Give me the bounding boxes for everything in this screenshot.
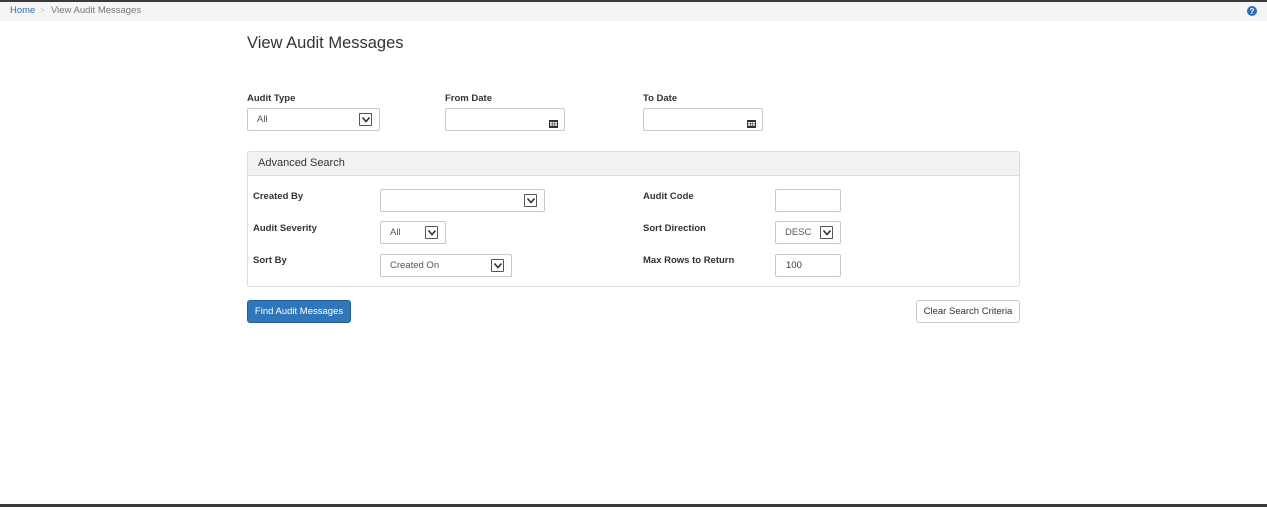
help-icon[interactable]: ? (1247, 5, 1257, 16)
audit-code-input[interactable] (775, 189, 841, 212)
created-by-select[interactable] (380, 189, 545, 212)
sort-direction-value: DESC (785, 227, 812, 238)
sort-by-label: Sort By (253, 255, 287, 266)
chevron-down-icon (820, 226, 833, 239)
max-rows-input[interactable]: 100 (775, 254, 841, 277)
find-audit-messages-button[interactable]: Find Audit Messages (247, 300, 351, 323)
advanced-search-heading: Advanced Search (248, 152, 1019, 176)
chevron-down-icon (524, 194, 537, 207)
breadcrumb-separator: > (40, 6, 45, 15)
audit-type-select[interactable]: All (247, 108, 380, 131)
sort-by-value: Created On (390, 260, 440, 271)
max-rows-label: Max Rows to Return (643, 255, 735, 266)
breadcrumb-home-link[interactable]: Home (10, 2, 35, 19)
created-by-label: Created By (253, 191, 304, 202)
to-date-label: To Date (643, 93, 678, 104)
breadcrumb: Home > View Audit Messages ? (0, 2, 1267, 21)
chevron-down-icon (491, 259, 504, 272)
clear-search-criteria-button[interactable]: Clear Search Criteria (916, 300, 1020, 323)
advanced-search-panel: Advanced Search (247, 151, 1020, 287)
max-rows-value: 100 (786, 260, 802, 271)
to-date-input[interactable] (643, 108, 763, 131)
calendar-icon[interactable] (549, 115, 558, 128)
page-title: View Audit Messages (247, 34, 404, 52)
sort-direction-select[interactable]: DESC (775, 221, 841, 244)
svg-text:?: ? (1250, 7, 1255, 16)
from-date-input[interactable] (445, 108, 565, 131)
breadcrumb-current: View Audit Messages (51, 5, 142, 16)
audit-type-value: All (257, 114, 268, 125)
audit-type-label: Audit Type (247, 93, 296, 104)
from-date-label: From Date (445, 93, 492, 104)
sort-by-select[interactable]: Created On (380, 254, 512, 277)
calendar-icon[interactable] (747, 115, 756, 128)
audit-severity-label: Audit Severity (253, 223, 317, 234)
audit-severity-value: All (390, 227, 401, 238)
audit-code-label: Audit Code (643, 191, 694, 202)
sort-direction-label: Sort Direction (643, 223, 706, 234)
chevron-down-icon (425, 226, 438, 239)
chevron-down-icon (359, 113, 372, 126)
audit-severity-select[interactable]: All (380, 221, 446, 244)
